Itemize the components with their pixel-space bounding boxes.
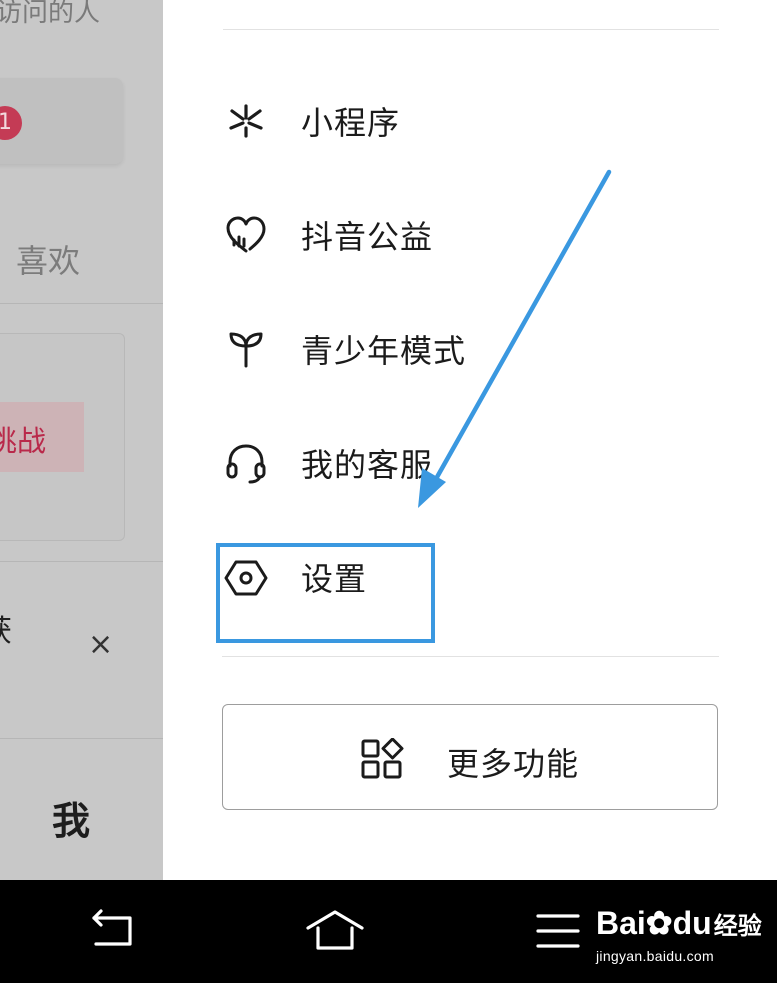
menu-item-mini-program[interactable]: 小程序 [223, 88, 643, 148]
menu-item-charity[interactable]: 抖音公益 [223, 202, 643, 262]
partial-text: 获 [0, 606, 12, 650]
visitors-text: 访问的人 [0, 0, 101, 28]
divider [0, 303, 163, 304]
challenge-label: 挑战 [0, 424, 47, 458]
menu-item-label: 设置 [301, 560, 368, 598]
menu-item-label: 抖音公益 [301, 218, 434, 256]
side-drawer-menu: 小程序 抖音公益 青少年模式 我的客服 设置 更多功能 [163, 0, 777, 880]
menu-item-customer-service[interactable]: 我的客服 [223, 430, 643, 490]
baidu-jingyan-watermark: Bai✿du经验 jingyan.baidu.com [596, 894, 766, 974]
tab-like: 喜欢 [16, 242, 81, 280]
close-icon: × [88, 627, 114, 662]
back-icon[interactable] [84, 906, 144, 956]
divider [0, 738, 163, 739]
settings-hexagon-icon [224, 560, 268, 596]
menu-item-settings[interactable]: 设置 [223, 544, 643, 604]
home-icon[interactable] [304, 906, 364, 956]
sprout-icon [229, 332, 263, 368]
more-features-button[interactable]: 更多功能 [222, 704, 718, 810]
menu-item-teen-mode[interactable]: 青少年模式 [223, 316, 643, 376]
watermark-brand: Bai✿du经验 [596, 905, 762, 941]
charity-heart-icon [226, 216, 266, 253]
divider [222, 656, 719, 657]
apps-grid-icon [361, 738, 404, 779]
menu-item-label: 青少年模式 [301, 332, 467, 370]
menu-item-label: 我的客服 [301, 446, 434, 484]
divider [0, 561, 163, 562]
menu-item-label: 小程序 [301, 104, 401, 142]
headset-icon [226, 444, 266, 484]
system-nav-bar: Bai✿du经验 jingyan.baidu.com [0, 880, 777, 983]
divider [223, 29, 719, 30]
watermark-url: jingyan.baidu.com [596, 948, 714, 964]
tab-me: 我 [52, 799, 91, 843]
more-features-label: 更多功能 [447, 745, 580, 783]
mini-program-icon [229, 104, 263, 138]
menu-lines-icon[interactable] [528, 906, 588, 956]
paw-icon: ✿ [645, 905, 673, 941]
background-profile-page[interactable]: 访问的人 1 喜欢 挑战 获 × 我 [0, 0, 163, 880]
